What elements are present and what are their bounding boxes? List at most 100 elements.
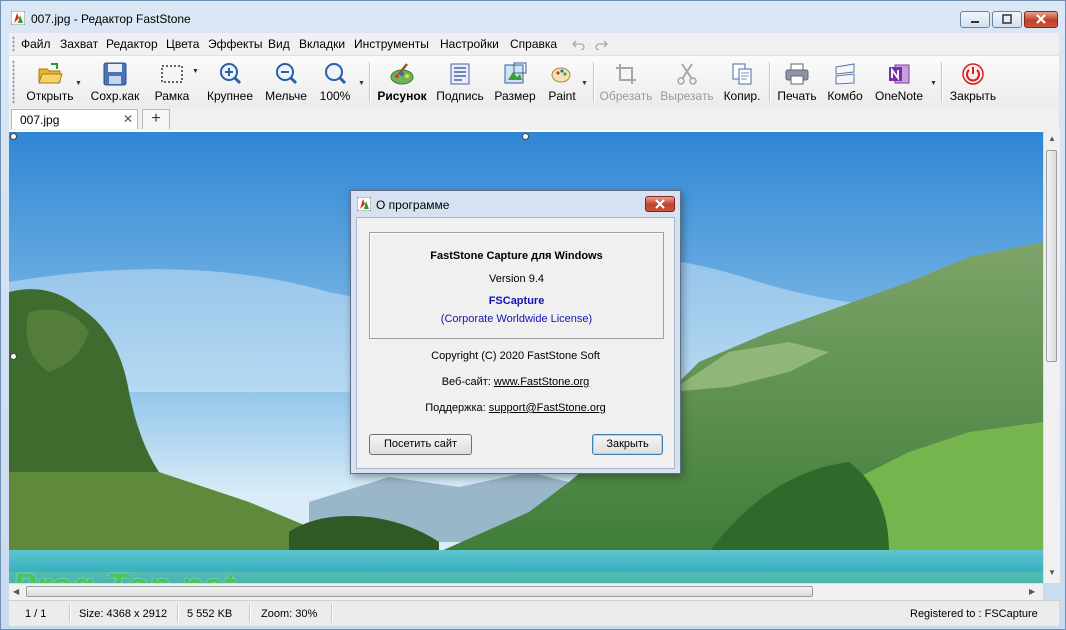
selection-frame-icon — [161, 65, 183, 83]
version-text: Version 9.4 — [488, 273, 545, 285]
visit-site-button[interactable]: Посетить сайт — [369, 434, 472, 455]
toolbar-separator — [769, 62, 771, 102]
website-row: Веб-сайт: www.FastStone.org — [357, 376, 674, 388]
paint-app-icon — [551, 67, 571, 83]
combo-button[interactable]: Комбо — [823, 56, 867, 106]
scroll-up-icon[interactable]: ▲ — [1048, 134, 1056, 143]
status-separator — [331, 604, 333, 622]
scroll-down-icon[interactable]: ▼ — [1048, 568, 1056, 577]
magnifier-icon — [325, 63, 347, 85]
horizontal-scrollbar[interactable]: ◀ ▶ — [9, 583, 1043, 600]
undo-icon[interactable] — [572, 38, 586, 50]
onenote-dropdown-icon[interactable]: ▼ — [930, 80, 937, 87]
vertical-scroll-thumb[interactable] — [1046, 150, 1057, 362]
title-bar: 007.jpg - Редактор FastStone — [1, 1, 1065, 33]
zoom-in-label: Крупнее — [206, 89, 253, 103]
about-dialog: О программе FastStone Capture для Window… — [350, 190, 681, 474]
zoom-dropdown-icon[interactable]: ▼ — [358, 80, 365, 87]
folder-open-icon — [38, 63, 63, 84]
menu-tabs[interactable]: Вкладки — [299, 37, 345, 51]
add-tab-button[interactable]: + — [142, 109, 170, 129]
paint-label: Paint — [548, 89, 576, 103]
file-size: 5 552 KB — [187, 608, 233, 620]
support-link[interactable]: support@FastStone.org — [489, 402, 606, 414]
caption-button[interactable]: Подпись — [433, 56, 487, 106]
paint-button[interactable]: Paint — [543, 56, 581, 106]
tab-close-icon[interactable]: ✕ — [123, 112, 133, 126]
redo-icon[interactable] — [594, 38, 608, 50]
website-link[interactable]: www.FastStone.org — [494, 376, 589, 388]
close-editor-button[interactable]: Закрыть — [947, 56, 999, 106]
tab-label: 007.jpg — [20, 113, 60, 127]
frame-label: Рамка — [154, 89, 190, 103]
zoom-level: Zoom: 30% — [261, 608, 318, 620]
menu-editor[interactable]: Редактор — [106, 37, 158, 51]
faststone-app-icon — [11, 11, 25, 25]
license-type: (Corporate Worldwide License) — [440, 313, 593, 325]
caption-label: Подпись — [436, 89, 484, 103]
resize-image-icon — [504, 62, 527, 84]
save-as-button[interactable]: Сохр.как — [89, 56, 141, 106]
copy-button[interactable]: Копир. — [721, 56, 763, 106]
menu-capture[interactable]: Захват — [60, 37, 98, 51]
toolbar: Открыть ▼ Сохр.как Рамка ▼ Крупнее Мельч… — [9, 56, 1059, 109]
menu-effects[interactable]: Эффекты — [208, 37, 263, 51]
copy-label: Копир. — [723, 89, 761, 103]
scroll-right-icon[interactable]: ▶ — [1029, 587, 1035, 596]
resize-handle[interactable] — [522, 133, 529, 140]
onenote-button[interactable]: OneNote — [871, 56, 927, 106]
open-dropdown-icon[interactable]: ▼ — [75, 80, 82, 87]
printer-icon — [785, 63, 809, 85]
save-as-label: Сохр.как — [90, 89, 140, 103]
menu-colors[interactable]: Цвета — [166, 37, 199, 51]
product-name: FastStone Capture для Windows — [430, 250, 603, 262]
copy-icon — [732, 63, 752, 85]
registered-name: FSCapture — [488, 295, 545, 307]
menu-file[interactable]: Файл — [21, 37, 51, 51]
menu-tools[interactable]: Инструменты — [354, 37, 429, 51]
dialog-ok-close-button[interactable]: Закрыть — [592, 434, 663, 455]
menu-settings[interactable]: Настройки — [440, 37, 499, 51]
combo-icon — [835, 63, 855, 85]
resize-button[interactable]: Размер — [491, 56, 539, 106]
open-button[interactable]: Открыть — [19, 56, 81, 106]
registered-to: Registered to : FSCapture — [910, 608, 1038, 620]
vertical-scrollbar[interactable]: ▲ ▼ — [1043, 130, 1060, 583]
resize-handle[interactable] — [10, 353, 17, 360]
menu-view[interactable]: Вид — [268, 37, 290, 51]
zoom-out-button[interactable]: Мельче — [261, 56, 311, 106]
maximize-button[interactable] — [992, 11, 1022, 28]
power-icon — [962, 63, 984, 85]
app-window: 007.jpg - Редактор FastStone Файл Захват… — [0, 0, 1066, 630]
horizontal-scroll-thumb[interactable] — [26, 586, 813, 597]
menu-grip — [12, 36, 15, 52]
zoom-in-icon — [220, 63, 242, 85]
frame-dropdown-icon[interactable]: ▼ — [192, 68, 199, 75]
menu-bar: Файл Захват Редактор Цвета Эффекты Вид В… — [9, 33, 1059, 56]
scroll-left-icon[interactable]: ◀ — [13, 587, 19, 596]
tab-007-jpg[interactable]: 007.jpg ✕ — [11, 109, 138, 129]
open-label: Открыть — [26, 89, 74, 103]
print-button[interactable]: Печать — [775, 56, 819, 106]
floppy-disk-icon — [103, 62, 127, 86]
frame-button[interactable]: Рамка — [149, 56, 195, 106]
zoom-100-label: 100% — [319, 89, 351, 103]
crop-button[interactable]: Обрезать — [599, 56, 653, 106]
resize-handle[interactable] — [10, 133, 17, 140]
minimize-icon — [971, 21, 979, 23]
crop-icon — [616, 64, 636, 84]
close-icon — [655, 199, 665, 209]
zoom-100-button[interactable]: 100% — [315, 56, 355, 106]
toolbar-grip — [12, 60, 15, 104]
paint-dropdown-icon[interactable]: ▼ — [581, 80, 588, 87]
draw-button[interactable]: Рисунок — [375, 56, 429, 106]
minimize-button[interactable] — [960, 11, 990, 28]
window-close-button[interactable] — [1024, 11, 1058, 28]
dialog-close-button[interactable] — [645, 196, 675, 212]
zoom-in-button[interactable]: Крупнее — [205, 56, 255, 106]
onenote-icon — [889, 64, 910, 84]
copyright-text: Copyright (C) 2020 FastStone Soft — [431, 350, 600, 362]
cut-button[interactable]: Вырезать — [659, 56, 715, 106]
combo-label: Комбо — [827, 89, 863, 103]
menu-help[interactable]: Справка — [510, 37, 557, 51]
